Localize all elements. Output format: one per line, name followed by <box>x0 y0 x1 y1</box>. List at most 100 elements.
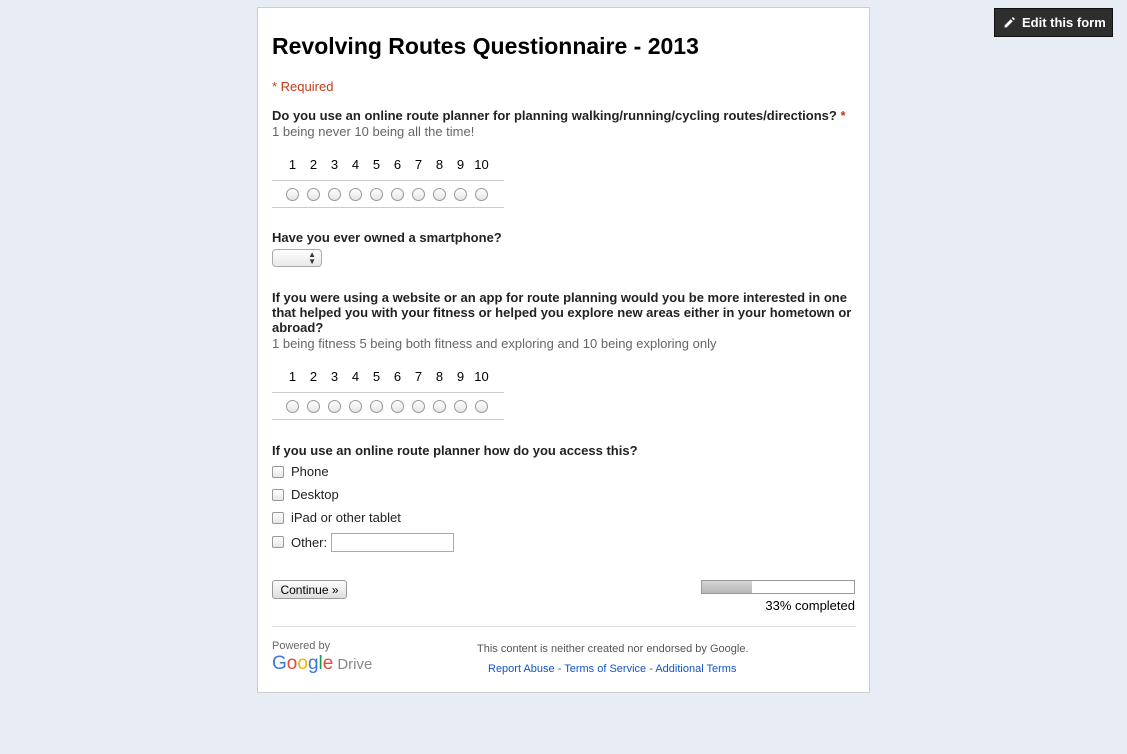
scale-option <box>471 187 492 201</box>
scale-label: 8 <box>435 368 444 384</box>
radio-button[interactable] <box>475 399 488 413</box>
scale-q1: 1 2 3 4 5 6 7 8 9 10 <box>272 154 504 208</box>
checkbox[interactable] <box>272 536 284 548</box>
scale-option <box>387 399 408 413</box>
radio-button[interactable] <box>391 187 404 201</box>
scale-labels: 1 2 3 4 5 6 7 8 9 10 <box>272 366 504 386</box>
radio-button[interactable] <box>286 399 299 413</box>
radio-button[interactable] <box>412 187 425 201</box>
radio-button[interactable] <box>328 399 341 413</box>
radio-button[interactable] <box>307 187 320 201</box>
radio-button[interactable] <box>412 399 425 413</box>
option-desktop[interactable]: Desktop <box>272 483 862 506</box>
logo-letter: e <box>322 653 334 674</box>
separator: - <box>554 663 565 675</box>
scale-option <box>387 187 408 201</box>
question-fitness-vs-exploring: If you were using a website or an app fo… <box>272 290 862 420</box>
logo-letter: g <box>307 653 319 674</box>
additional-terms-link[interactable]: Additional Terms <box>655 663 736 675</box>
updown-arrows-icon: ▲ ▼ <box>308 250 316 266</box>
pencil-icon <box>1004 17 1015 28</box>
footer-divider <box>272 626 856 627</box>
continue-button[interactable]: Continue » <box>272 580 347 599</box>
radio-button[interactable] <box>349 187 362 201</box>
scale-option <box>282 399 303 413</box>
footer-links: Report Abuse - Terms of Service - Additi… <box>488 663 736 675</box>
checkbox[interactable] <box>272 465 284 478</box>
scale-radios <box>272 393 504 419</box>
radio-button[interactable] <box>370 187 383 201</box>
scale-label: 1 <box>288 156 297 172</box>
radio-button[interactable] <box>370 399 383 413</box>
radio-button[interactable] <box>475 187 488 201</box>
scale-option <box>303 187 324 201</box>
scale-label: 2 <box>309 368 318 384</box>
question-title: Do you use an online route planner for p… <box>272 108 846 123</box>
checkbox[interactable] <box>272 488 284 501</box>
scale-option <box>450 399 471 413</box>
option-label: iPad or other tablet <box>291 510 401 525</box>
scale-option <box>450 187 471 201</box>
question-title: If you use an online route planner how d… <box>272 443 638 458</box>
radio-button[interactable] <box>328 187 341 201</box>
scale-label: 6 <box>393 368 402 384</box>
form-title: Revolving Routes Questionnaire - 2013 <box>272 33 699 59</box>
smartphone-select[interactable]: ▲ ▼ <box>272 249 322 267</box>
terms-of-service-link[interactable]: Terms of Service <box>564 663 646 675</box>
scale-option <box>303 399 324 413</box>
radio-button[interactable] <box>433 187 446 201</box>
scale-label: 9 <box>456 368 465 384</box>
question-help: 1 being never 10 being all the time! <box>272 124 475 139</box>
scale-labels: 1 2 3 4 5 6 7 8 9 10 <box>272 154 504 174</box>
divider <box>272 207 504 208</box>
radio-button[interactable] <box>454 187 467 201</box>
edit-form-label: Edit this form <box>1022 15 1106 30</box>
other-text-input[interactable] <box>331 532 455 552</box>
scale-label: 10 <box>474 156 489 172</box>
scale-label: 7 <box>414 156 423 172</box>
drive-wordmark: Drive <box>337 656 373 673</box>
radio-button[interactable] <box>286 187 299 201</box>
scale-label: 9 <box>456 156 465 172</box>
radio-button[interactable] <box>349 399 362 413</box>
scale-radios <box>272 181 504 207</box>
radio-button[interactable] <box>433 399 446 413</box>
google-drive-logo: Google Drive <box>272 653 372 675</box>
logo-letter: o <box>286 653 298 674</box>
radio-button[interactable] <box>391 399 404 413</box>
scale-option <box>408 399 429 413</box>
radio-button[interactable] <box>307 399 320 413</box>
scale-option <box>366 399 387 413</box>
google-wordmark: Google <box>272 653 333 675</box>
scale-label: 5 <box>372 156 381 172</box>
option-label: Desktop <box>291 487 339 502</box>
option-label: Phone <box>291 464 329 479</box>
option-other[interactable]: Other: <box>272 529 862 555</box>
radio-button[interactable] <box>454 399 467 413</box>
option-tablet[interactable]: iPad or other tablet <box>272 506 862 529</box>
question-route-planner-usage: Do you use an online route planner for p… <box>272 108 862 208</box>
scale-label: 5 <box>372 368 381 384</box>
separator: - <box>646 663 656 675</box>
option-phone[interactable]: Phone <box>272 460 862 483</box>
report-abuse-link[interactable]: Report Abuse <box>488 663 555 675</box>
scale-label: 2 <box>309 156 318 172</box>
scale-option <box>366 187 387 201</box>
scale-option <box>324 187 345 201</box>
scale-label: 4 <box>351 368 360 384</box>
question-access-method: If you use an online route planner how d… <box>272 443 862 555</box>
form-card: Revolving Routes Questionnaire - 2013 * … <box>257 7 870 693</box>
scale-option <box>429 187 450 201</box>
scale-option <box>345 187 366 201</box>
checkbox-list: Phone Desktop iPad or other tablet Other… <box>272 460 862 555</box>
edit-form-button[interactable]: Edit this form <box>994 8 1113 37</box>
progress-bar <box>701 580 855 594</box>
scale-q3: 1 2 3 4 5 6 7 8 9 10 <box>272 366 504 420</box>
powered-by: Powered by <box>272 640 331 652</box>
logo-letter: G <box>272 653 287 674</box>
checkbox[interactable] <box>272 511 284 524</box>
scale-label: 6 <box>393 156 402 172</box>
scale-label: 1 <box>288 368 297 384</box>
scale-label: 4 <box>351 156 360 172</box>
scale-option <box>471 399 492 413</box>
